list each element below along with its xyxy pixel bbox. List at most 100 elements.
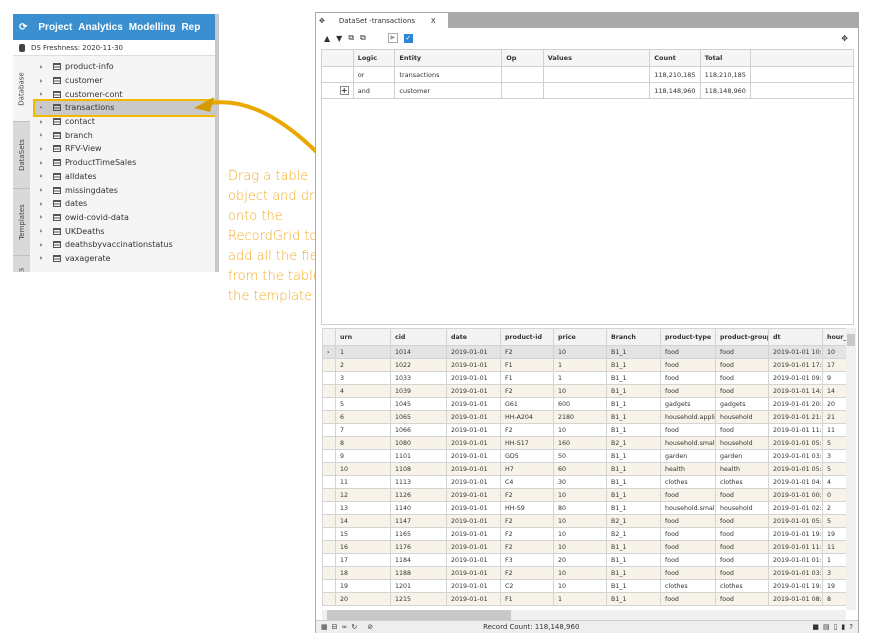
row-selector[interactable] (322, 566, 336, 580)
table-row[interactable]: › 1 1014 2019-01-01 F2 10 B1_1 food food 2019-01-… (322, 345, 847, 359)
table-row[interactable]: 16 1176 2019-01-01 F2 10 B1_1 food food 2019-01-… (322, 540, 847, 554)
grid-cell: F2 (500, 527, 554, 541)
dataset-window: ✥ DataSet -transactions X ▲ ▼ ⧉ ⧉ ▶ ✓ ✥ … (315, 12, 859, 633)
table-row[interactable]: 4 1039 2019-01-01 F2 10 B1_1 food food 2019-01-0… (322, 384, 847, 398)
grid-cell: B2_1 (606, 527, 661, 541)
table-row[interactable]: 18 1188 2019-01-01 F2 10 B1_1 food food 2019-01-… (322, 566, 847, 580)
plus-icon[interactable]: + (339, 86, 349, 95)
filter-header (321, 49, 354, 67)
grid-cell: 3 (822, 449, 847, 463)
filter-header: Count (649, 49, 701, 67)
enable-checkbox[interactable]: ✓ (403, 33, 413, 43)
table-row[interactable]: 19 1201 2019-01-01 C2 10 B1_1 clothes clothes 20… (322, 579, 847, 593)
table-view-icon[interactable]: ⊟ (332, 623, 338, 631)
row-selector[interactable] (322, 410, 336, 424)
export-icon[interactable]: ▤ (823, 623, 830, 631)
table-row[interactable]: 8 1080 2019-01-01 HH-S17 160 B2_1 household.sm… (322, 436, 847, 450)
table-row[interactable]: 10 1108 2019-01-01 H7 60 B1_1 health health 2019… (322, 462, 847, 476)
document-icon[interactable]: ▯ (834, 623, 838, 631)
vertical-scroll-thumb[interactable] (847, 334, 855, 346)
row-selector[interactable] (322, 384, 336, 398)
grid-cell: B1_1 (606, 449, 661, 463)
row-selector[interactable] (322, 449, 336, 463)
row-selector[interactable] (322, 371, 336, 385)
row-selector[interactable] (322, 514, 336, 528)
grid-cell: 1101 (390, 449, 447, 463)
row-selector[interactable] (322, 436, 336, 450)
tab-dataset-transactions[interactable]: ✥ DataSet -transactions X (316, 13, 448, 28)
filter-row[interactable]: + and customer 118,148,960 118,148,960 (321, 82, 855, 99)
row-selector[interactable] (322, 592, 336, 606)
row-selector[interactable] (322, 527, 336, 541)
row-selector[interactable] (322, 475, 336, 489)
horizontal-scrollbar[interactable] (322, 610, 846, 620)
grid-view-icon[interactable]: ▦ (321, 623, 328, 631)
filter-cell: and (352, 82, 396, 99)
close-tab-button[interactable]: X (431, 17, 436, 25)
pdf-icon[interactable]: ▮ (841, 623, 845, 631)
grid-header[interactable] (322, 328, 336, 346)
grid-cell: clothes (715, 475, 769, 489)
grid-cell: 2019-01-01 (446, 371, 501, 385)
row-selector[interactable] (322, 501, 336, 515)
table-row[interactable]: 9 1101 2019-01-01 GD5 50 B1_1 garden garden 2019… (322, 449, 847, 463)
table-row[interactable]: 7 1066 2019-01-01 F2 10 B1_1 food food 2019-01-0… (322, 423, 847, 437)
grid-header[interactable]: product-type (660, 328, 716, 346)
table-row[interactable]: 5 1045 2019-01-01 G61 600 B1_1 gadgets gadgets 2… (322, 397, 847, 411)
grid-header[interactable]: product-id (500, 328, 554, 346)
table-row[interactable]: 11 1113 2019-01-01 C4 30 B1_1 clothes clothes 20… (322, 475, 847, 489)
grid-cell: 1108 (390, 462, 447, 476)
row-selector[interactable] (322, 423, 336, 437)
grid-cell: F2 (500, 566, 554, 580)
move-up-icon[interactable]: ▲ (324, 34, 330, 43)
grid-cell: 10 (553, 579, 607, 593)
move-icon[interactable]: ✥ (841, 34, 848, 43)
row-selector[interactable] (322, 397, 336, 411)
grid-header[interactable]: urn (335, 328, 391, 346)
table-row[interactable]: 3 1033 2019-01-01 F1 1 B1_1 food food 2019-01-01… (322, 371, 847, 385)
table-row[interactable]: 20 1215 2019-01-01 F1 1 B1_1 food food 2019-01-0… (322, 592, 847, 606)
row-selector[interactable] (322, 553, 336, 567)
move-down-icon[interactable]: ▼ (336, 34, 342, 43)
run-icon[interactable]: ▶ (387, 33, 398, 43)
row-selector[interactable] (322, 462, 336, 476)
tab-title: DataSet -transactions (338, 16, 416, 25)
table-row[interactable]: 13 1140 2019-01-01 HH-S9 80 B1_1 household.sma… (322, 501, 847, 515)
horizontal-scroll-thumb[interactable] (327, 610, 511, 620)
vertical-scrollbar[interactable] (846, 328, 856, 610)
grid-cell: food (715, 553, 769, 567)
row-selector[interactable] (322, 579, 336, 593)
grid-header[interactable]: price (553, 328, 607, 346)
expand-cell[interactable]: + (321, 82, 354, 99)
remove-copy-icon[interactable]: ⧉ (360, 33, 366, 43)
grid-header[interactable]: cid (390, 328, 447, 346)
table-row[interactable]: 14 1147 2019-01-01 F2 10 B2_1 food food 2019-01-… (322, 514, 847, 528)
grid-cell: 11 (822, 423, 847, 437)
grid-header[interactable]: dt (768, 328, 823, 346)
grid-header[interactable]: product-group (715, 328, 769, 346)
grid-header[interactable]: Branch (606, 328, 661, 346)
grid-header[interactable]: hour_ (822, 328, 847, 346)
grid-cell: clothes (715, 579, 769, 593)
grid-header[interactable]: date (446, 328, 501, 346)
save-icon[interactable]: ■ (812, 623, 819, 631)
table-row[interactable]: 17 1184 2019-01-01 F3 20 B1_1 food food 2019-01-… (322, 553, 847, 567)
row-selector[interactable] (322, 540, 336, 554)
table-row[interactable]: 15 1165 2019-01-01 F2 10 B2_1 food food 2019-01-… (322, 527, 847, 541)
table-row[interactable]: 6 1065 2019-01-01 HH-A204 2180 B1_1 household.… (322, 410, 847, 424)
link-icon[interactable]: ∞ (342, 623, 348, 631)
grid-cell: B1_1 (606, 566, 661, 580)
filter-row[interactable]: or transactions 118,210,185 118,210,185 (321, 66, 855, 83)
filter-cell: 118,148,960 (649, 82, 701, 99)
row-selector[interactable] (322, 488, 336, 502)
row-selector[interactable]: › (322, 345, 336, 359)
help-icon[interactable]: ? (849, 623, 853, 631)
table-row[interactable]: 12 1126 2019-01-01 F2 10 B1_1 food food 2019-01-… (322, 488, 847, 502)
cancel-icon[interactable]: ⊘ (367, 623, 373, 631)
add-copy-icon[interactable]: ⧉ (348, 33, 354, 43)
refresh-icon[interactable]: ↻ (351, 623, 357, 631)
grid-cell: 4 (822, 475, 847, 489)
table-row[interactable]: 2 1022 2019-01-01 F1 1 B1_1 food food 2019-01-01… (322, 358, 847, 372)
row-selector[interactable] (322, 358, 336, 372)
move-icon[interactable]: ✥ (319, 17, 325, 25)
